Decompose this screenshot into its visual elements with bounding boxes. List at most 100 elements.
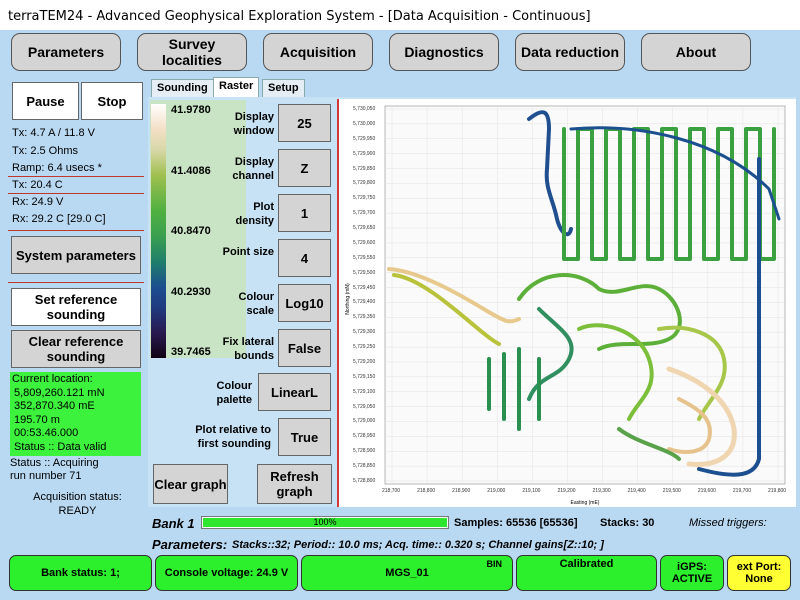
stop-button[interactable]: Stop — [81, 82, 143, 120]
current-location-panel: Current location: 5,809,260.121 mN 352,8… — [10, 372, 141, 456]
acquisition-status-value: READY — [58, 505, 97, 517]
nav-diagnostics-button[interactable]: Diagnostics — [389, 33, 499, 71]
nav-data-reduction-button[interactable]: Data reduction — [515, 33, 625, 71]
y-tick-label: 5,728,850 — [353, 463, 376, 470]
device-indicator: MGS_01 BIN — [301, 555, 513, 591]
x-tick-label: 219,400 — [627, 488, 646, 494]
divider — [8, 230, 144, 231]
acquisition-progress-bar: 100% — [201, 516, 449, 529]
x-tick-label: 219,800 — [768, 488, 787, 494]
y-tick-label: 5,729,500 — [353, 269, 376, 276]
x-tick-label: 219,700 — [732, 488, 751, 494]
y-tick-label: 5,729,650 — [353, 225, 376, 232]
calibrated-indicator: Calibrated — [516, 555, 657, 591]
nav-survey-localities-button[interactable]: Survey localities — [137, 33, 247, 71]
y-tick-label: 5,728,800 — [353, 478, 376, 484]
y-tick-label: 5,730,000 — [353, 120, 376, 127]
y-tick-label: 5,729,250 — [353, 344, 376, 351]
y-tick-label: 5,729,900 — [353, 150, 376, 157]
colour-bar-label: 40.2930 — [171, 286, 211, 298]
parameters-label: Parameters: — [152, 537, 228, 552]
y-tick-label: 5,729,950 — [353, 135, 376, 142]
bank-status-indicator: Bank status: 1; — [9, 555, 152, 591]
y-tick-label: 5,728,950 — [353, 433, 376, 440]
pause-button[interactable]: Pause — [12, 82, 79, 120]
x-tick-label: 219,300 — [592, 488, 611, 494]
colour-bar — [151, 104, 166, 358]
x-tick-label: 218,900 — [452, 488, 471, 494]
fix-lateral-bounds-button[interactable]: False — [278, 329, 331, 367]
acquisition-status-label: Acquisition status: — [33, 491, 122, 503]
colour-scale-label: Colour scale — [238, 291, 274, 317]
tab-setup[interactable]: Setup — [262, 79, 305, 97]
x-tick-label: 219,500 — [662, 488, 681, 494]
x-tick-label: 219,000 — [487, 488, 506, 494]
tx-current-readout: Tx: 4.7 A / 11.8 V — [12, 127, 95, 139]
x-axis-label: Easting (mE) — [571, 500, 600, 506]
x-tick-label: 218,800 — [417, 488, 436, 494]
plot-relative-label: Plot relative to first sounding — [195, 424, 271, 450]
samples-readout: Samples: 65536 [65536] — [454, 517, 578, 529]
y-tick-label: 5,729,050 — [353, 403, 376, 410]
colour-palette-label: Colour palette — [216, 380, 252, 406]
clear-reference-sounding-button[interactable]: Clear reference sounding — [11, 330, 141, 368]
clear-graph-button[interactable]: Clear graph — [153, 464, 228, 504]
tab-sounding[interactable]: Sounding — [151, 79, 214, 97]
y-tick-label: 5,729,700 — [353, 210, 376, 217]
colour-bar-label: 41.4086 — [171, 165, 211, 177]
y-tick-label: 5,729,300 — [353, 329, 376, 336]
tab-raster[interactable]: Raster — [213, 77, 260, 97]
location-time: 00:53.46.000 — [14, 427, 79, 439]
progress-text: 100% — [313, 517, 337, 527]
x-tick-label: 219,100 — [522, 488, 541, 494]
window-title: terraTEM24 - Advanced Geophysical Explor… — [8, 9, 591, 24]
location-status: Status :: Data valid — [14, 440, 107, 453]
location-elevation: 195.70 m — [14, 413, 60, 426]
y-tick-label: 5,729,550 — [353, 254, 376, 261]
y-tick-label: 5,729,150 — [353, 373, 376, 380]
display-window-button[interactable]: 25 — [278, 104, 331, 142]
missed-triggers-readout: Missed triggers: — [689, 517, 767, 529]
stacks-readout: Stacks: 30 — [600, 517, 655, 529]
plot-relative-button[interactable]: True — [278, 418, 331, 456]
y-axis-label: Northing (mN) — [345, 283, 351, 315]
divider — [8, 176, 144, 177]
nav-about-button[interactable]: About — [641, 33, 751, 71]
ramp-readout: Ramp: 6.4 usecs * — [12, 162, 102, 174]
colour-scale-button[interactable]: Log10 — [278, 284, 331, 322]
igps-indicator: iGPS: ACTIVE — [660, 555, 724, 591]
system-parameters-button[interactable]: System parameters — [11, 236, 141, 274]
y-tick-label: 5,730,050 — [353, 106, 376, 112]
refresh-graph-button[interactable]: Refresh graph — [257, 464, 332, 504]
acquiring-status-text: Status :: Acquiring — [10, 457, 99, 469]
title-bar: terraTEM24 - Advanced Geophysical Explor… — [0, 0, 800, 30]
y-tick-label: 5,729,600 — [353, 239, 376, 246]
display-channel-label: Display channel — [232, 156, 274, 182]
console-voltage-indicator: Console voltage: 24.9 V — [155, 555, 298, 591]
colour-palette-button[interactable]: LinearL — [258, 373, 331, 411]
nav-parameters-button[interactable]: Parameters — [11, 33, 121, 71]
y-tick-label: 5,729,850 — [353, 165, 376, 172]
location-heading: Current location: — [12, 373, 93, 385]
raster-plot[interactable]: Northing (mN) Easting (mE) 5,730,050 5,73… — [337, 99, 796, 507]
y-tick-label: 5,729,750 — [353, 195, 376, 202]
raster-plot-svg: Northing (mN) Easting (mE) — [345, 105, 786, 506]
bank-label: Bank 1 — [152, 516, 195, 531]
tx-temp-readout: Tx: 20.4 C — [12, 179, 63, 191]
point-size-button[interactable]: 4 — [278, 239, 331, 277]
display-channel-button[interactable]: Z — [278, 149, 331, 187]
y-tick-label: 5,728,900 — [353, 448, 376, 455]
point-size-label: Point size — [222, 246, 274, 258]
fix-lateral-bounds-label: Fix lateral bounds — [222, 336, 274, 362]
x-tick-label: 218,700 — [382, 488, 401, 494]
nav-acquisition-button[interactable]: Acquisition — [263, 33, 373, 71]
run-number-text: run number 71 — [10, 470, 82, 482]
divider — [8, 193, 144, 194]
tx-resistance-readout: Tx: 2.5 Ohms — [12, 145, 79, 157]
set-reference-sounding-button[interactable]: Set reference sounding — [11, 288, 141, 326]
plot-area — [384, 105, 786, 485]
device-name: MGS_01 — [385, 567, 429, 579]
y-tick-label: 5,729,400 — [353, 299, 376, 306]
plot-density-button[interactable]: 1 — [278, 194, 331, 232]
y-tick-label: 5,729,000 — [353, 418, 376, 425]
